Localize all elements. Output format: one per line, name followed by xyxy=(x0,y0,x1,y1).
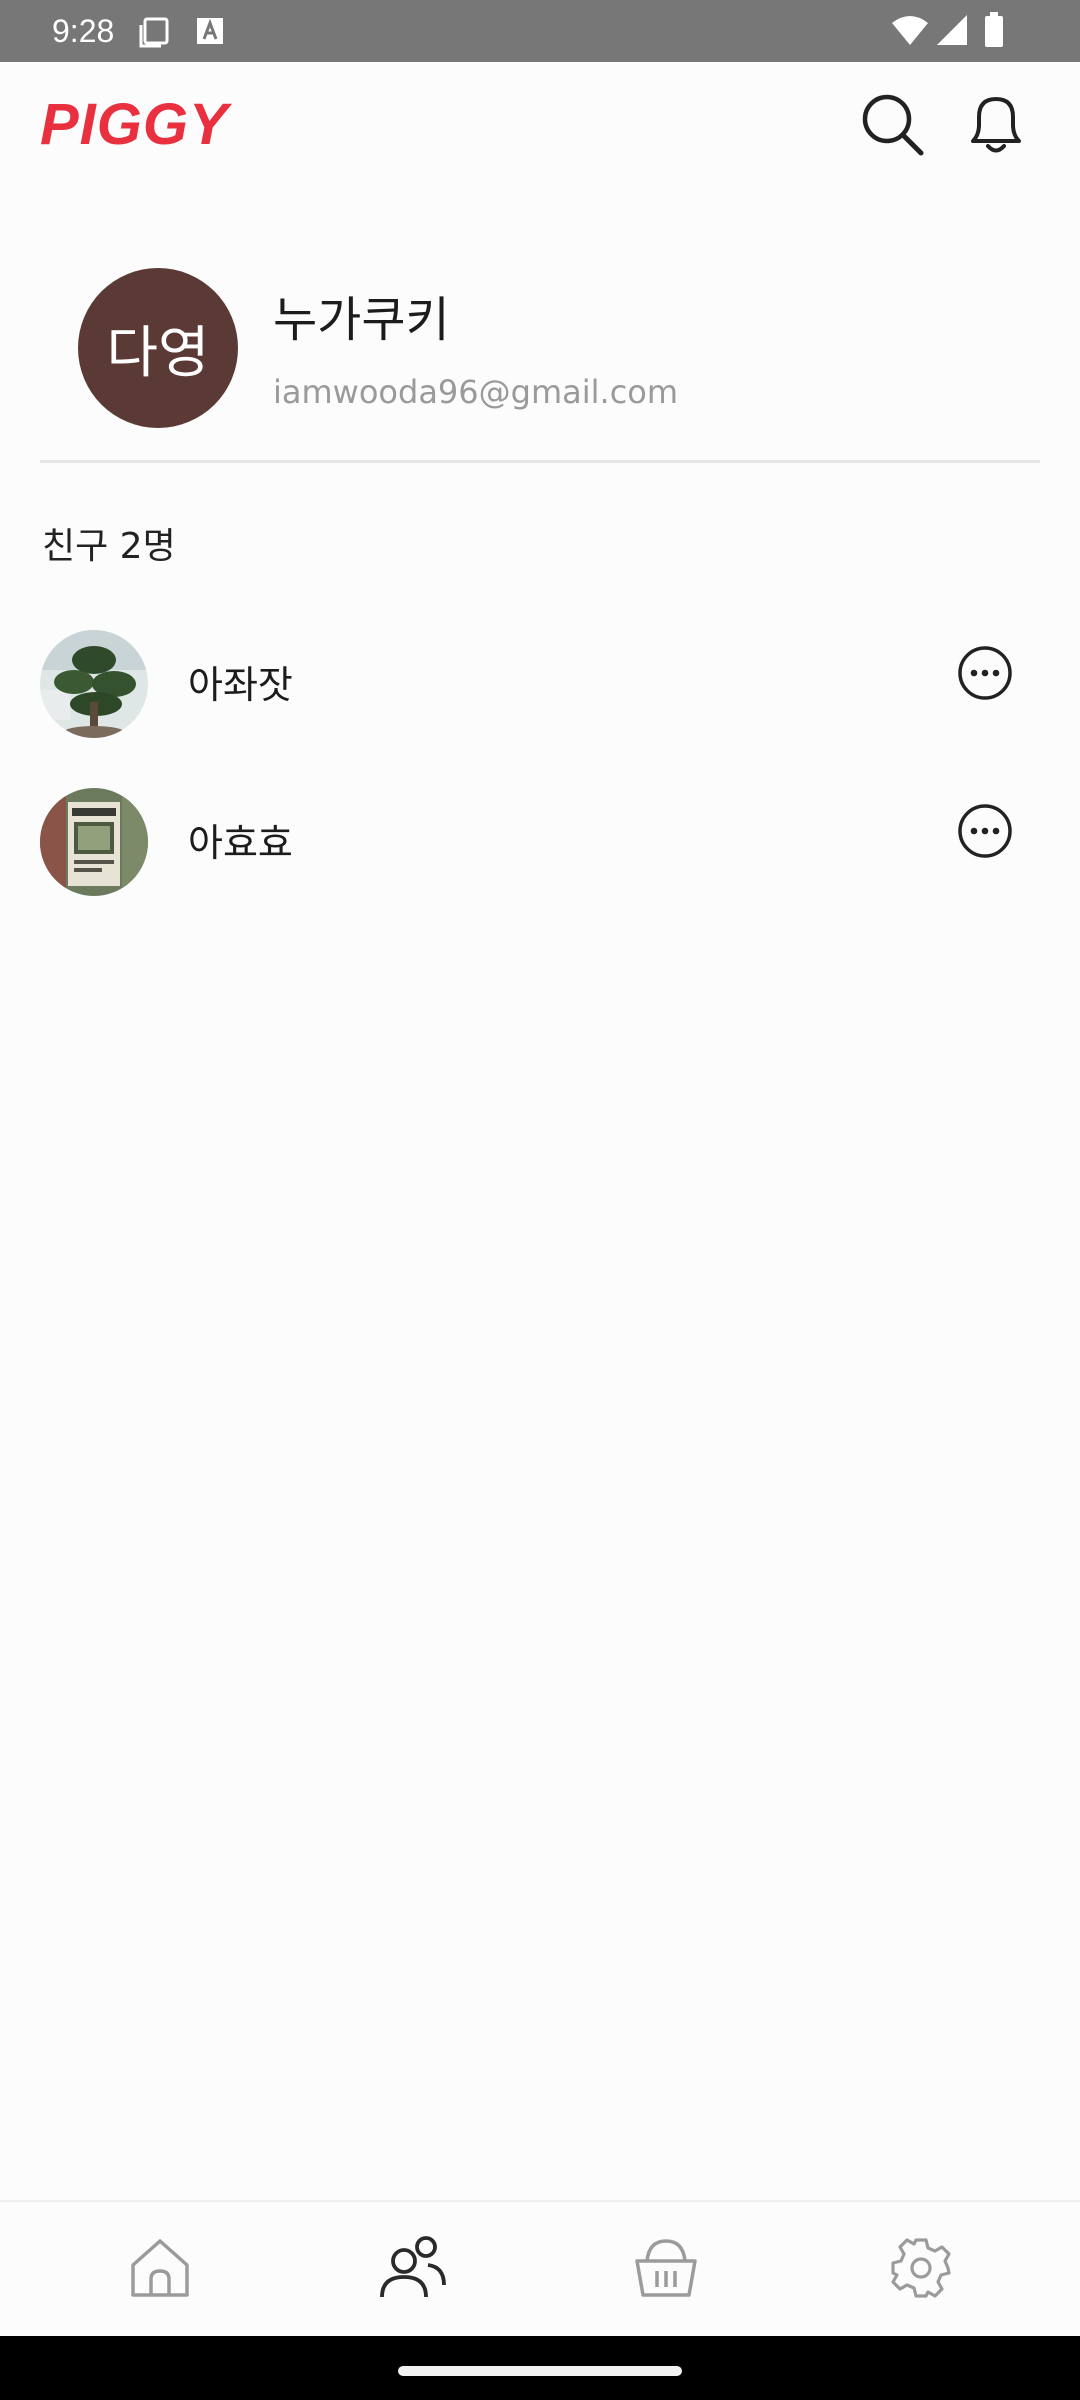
friend-avatar xyxy=(40,788,148,896)
friend-avatar xyxy=(40,630,148,738)
friend-name: 아좌잣 xyxy=(188,663,293,707)
wifi-icon xyxy=(890,14,930,50)
friend-name: 아효효 xyxy=(188,821,293,865)
app-header: PIGGY xyxy=(0,62,1080,192)
nav-home[interactable] xyxy=(25,2202,295,2338)
bottom-nav xyxy=(0,2200,1080,2336)
status-time: 9:28 xyxy=(52,13,115,49)
battery-icon xyxy=(984,12,1004,52)
home-icon xyxy=(127,2235,193,2305)
profile-avatar: 다영 xyxy=(78,268,238,428)
more-options-button[interactable] xyxy=(950,640,1020,710)
search-icon xyxy=(859,91,925,161)
profile-email: iamwooda96@gmail.com xyxy=(273,373,679,411)
more-options-icon xyxy=(956,644,1014,706)
search-button[interactable] xyxy=(854,88,930,164)
friends-icon xyxy=(378,2235,448,2305)
friends-count-title: 친구 2명 xyxy=(42,526,176,567)
nav-friends[interactable] xyxy=(278,2202,548,2338)
list-item[interactable]: 아효효 xyxy=(0,778,1080,936)
more-options-icon xyxy=(956,802,1014,864)
status-bar: 9:28 xyxy=(0,0,1080,62)
bell-icon xyxy=(965,91,1027,161)
signal-icon xyxy=(936,14,968,50)
basket-icon xyxy=(631,2235,701,2305)
more-options-button[interactable] xyxy=(950,798,1020,868)
keyboard-a-icon xyxy=(196,17,224,49)
home-gesture-handle[interactable] xyxy=(398,2366,682,2376)
divider xyxy=(40,460,1040,463)
piggy-logo: PIGGY xyxy=(40,92,229,157)
profile-card[interactable]: 다영 누가쿠키 iamwooda96@gmail.com xyxy=(40,240,1040,464)
settings-icon xyxy=(888,2235,954,2305)
system-nav-bar xyxy=(0,2336,1080,2400)
avatar-initials: 다영 xyxy=(106,320,210,386)
nav-basket[interactable] xyxy=(531,2202,801,2338)
screenshot-icon xyxy=(137,15,171,53)
list-item[interactable]: 아좌잣 xyxy=(0,620,1080,778)
notification-button[interactable] xyxy=(958,88,1034,164)
friend-list: 아좌잣 아효효 xyxy=(0,620,1080,936)
nav-settings[interactable] xyxy=(786,2202,1056,2338)
profile-name: 누가쿠키 xyxy=(273,292,450,348)
